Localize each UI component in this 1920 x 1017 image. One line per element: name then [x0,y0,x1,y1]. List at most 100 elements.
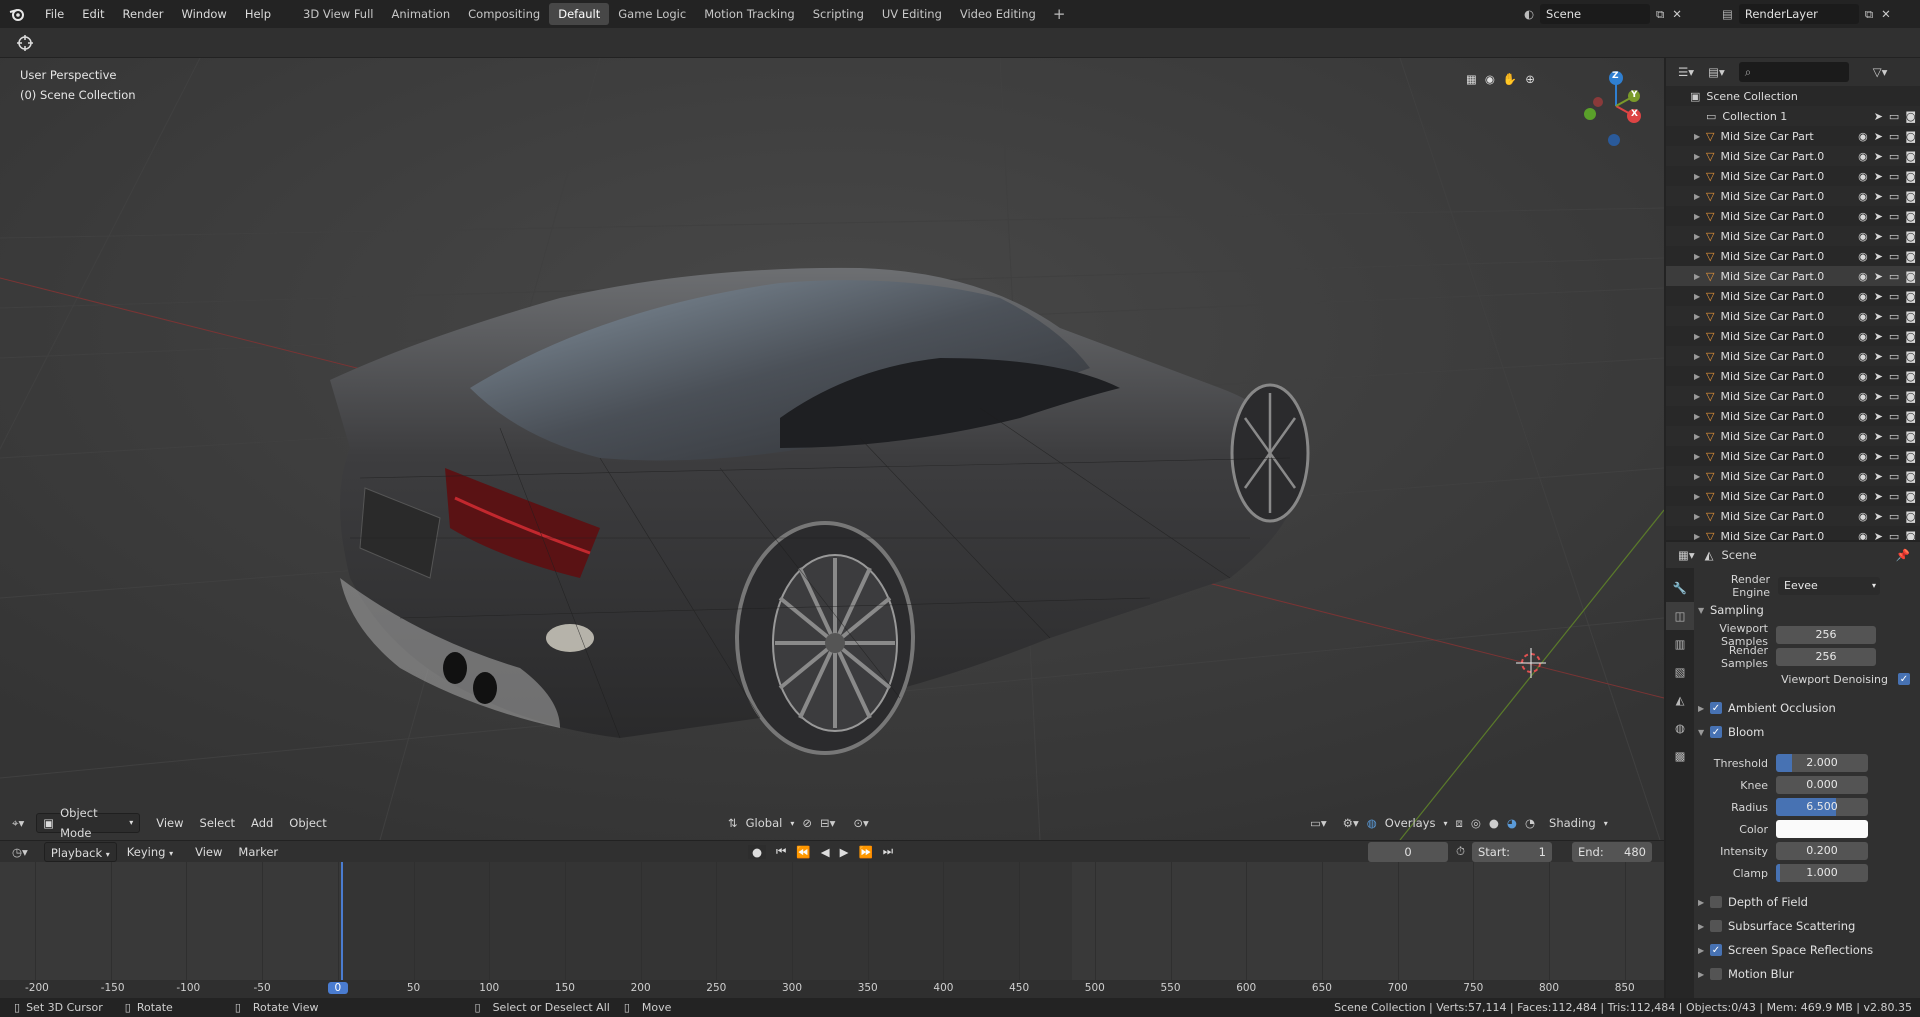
render-toggle-icon[interactable]: ◙ [1905,230,1916,243]
material-shading-icon[interactable]: ◕ [1507,816,1517,830]
expand-arrow-icon[interactable]: ▶ [1694,532,1706,541]
render-toggle-icon[interactable]: ◙ [1905,390,1916,403]
timeline-editor-icon[interactable]: ◷▾ [12,845,28,859]
render-toggle-icon[interactable]: ◙ [1905,410,1916,423]
render-toggle-icon[interactable]: ◙ [1905,270,1916,283]
motion-blur-panel[interactable]: ▶ Motion Blur [1694,964,1920,984]
stopwatch-icon[interactable]: ⏱ [1456,844,1465,859]
render-layer-icon[interactable]: ▤ [1722,7,1733,21]
overlays-icon[interactable]: ◍ [1367,816,1377,830]
select-toggle-icon[interactable]: ➤ [1874,370,1883,383]
clamp-field[interactable]: 1.000 [1776,864,1868,882]
tab-uv-editing[interactable]: UV Editing [873,3,951,25]
xray-icon[interactable]: ⧈ [1456,816,1463,831]
outliner-item[interactable]: ▶ ▽ Mid Size Car Part.01 ◉ ➤ ▭ ◙ [1666,226,1920,246]
scene-name-field[interactable]: Scene [1540,4,1651,24]
scene-icon[interactable]: ◐ [1524,7,1534,21]
viewport-toggle-icon[interactable]: ▭ [1889,310,1899,323]
expand-arrow-icon[interactable]: ▶ [1694,132,1706,141]
play-icon[interactable]: ▶ [840,845,849,859]
visibility-eye-icon[interactable]: ◉ [1858,370,1868,383]
wireframe-shading-icon[interactable]: ◎ [1471,816,1481,830]
proportional-edit-icon[interactable]: ⊙▾ [853,816,868,830]
select-toggle-icon[interactable]: ➤ [1874,530,1883,541]
overlays-dropdown[interactable]: Overlays [1385,816,1436,830]
expand-arrow-icon[interactable]: ▶ [1694,512,1706,521]
visibility-eye-icon[interactable]: ◉ [1858,130,1868,143]
object-mode-dropdown[interactable]: ▣ Object Mode ▾ [36,806,141,840]
playback-dropdown[interactable]: Playback ▾ [43,841,117,862]
outliner-item[interactable]: ▶ ▽ Mid Size Car Part.04 ◉ ➤ ▭ ◙ [1666,526,1920,541]
select-toggle-icon[interactable]: ➤ [1874,330,1883,343]
navigation-gizmo[interactable]: Z X Y [1576,66,1656,146]
outliner-collection-1[interactable]: ▭ Collection 1 ➤ ▭ ◙ [1666,106,1920,126]
render-toggle-icon[interactable]: ◙ [1905,150,1916,163]
select-toggle-icon[interactable]: ➤ [1874,290,1883,303]
visibility-eye-icon[interactable]: ◉ [1858,530,1868,541]
menu-edit[interactable]: Edit [73,0,113,28]
camera-view-icon[interactable]: ◉ [1485,72,1495,86]
bloom-panel[interactable]: ▼ ✓ Bloom [1694,722,1920,742]
render-layer-field[interactable]: RenderLayer [1738,4,1859,24]
tab-game-logic[interactable]: Game Logic [609,3,695,25]
select-toggle-icon[interactable]: ➤ [1874,210,1883,223]
outliner-item[interactable]: ▶ ▽ Mid Size Car Part.03 ◉ ➤ ▭ ◙ [1666,406,1920,426]
outliner-item[interactable]: ▶ ▽ Mid Size Car Part ◉ ➤ ▭ ◙ [1666,126,1920,146]
ssr-checkbox[interactable]: ✓ [1710,944,1722,956]
visibility-eye-icon[interactable]: ◉ [1858,150,1868,163]
snap-target-icon[interactable]: ⊟▾ [820,816,835,830]
visibility-eye-icon[interactable]: ◉ [1858,270,1868,283]
tool-tab-icon[interactable]: 🔧 [1666,574,1694,602]
select-toggle-icon[interactable]: ➤ [1874,250,1883,263]
tab-scripting[interactable]: Scripting [804,3,873,25]
viewport-toggle-icon[interactable]: ▭ [1889,290,1899,303]
render-samples-field[interactable]: 256 [1776,648,1876,666]
timeline-area[interactable]: -200 -150 -100 -50 0 50 100 150 200 250 300 350 400 4… [0,862,1664,998]
outliner-item[interactable]: ▶ ▽ Mid Size Car Part.00 ◉ ➤ ▭ ◙ [1666,146,1920,166]
view-object-types-icon[interactable]: ▭▾ [1310,816,1327,830]
visibility-eye-icon[interactable]: ◉ [1858,230,1868,243]
play-reverse-icon[interactable]: ◀ [821,845,830,859]
tab-compositing[interactable]: Compositing [459,3,549,25]
expand-arrow-icon[interactable]: ▶ [1694,472,1706,481]
menu-view[interactable]: View [150,813,189,833]
render-engine-dropdown[interactable]: Eevee ▾ [1778,577,1880,595]
remove-scene-icon[interactable]: ✕ [1672,7,1682,21]
menu-file[interactable]: File [36,0,73,28]
viewport-toggle-icon[interactable]: ▭ [1889,430,1899,443]
sampling-panel-header[interactable]: ▼ Sampling [1694,600,1920,620]
3d-viewport[interactable]: User Perspective (0) Scene Collection Z … [0,58,1664,840]
menu-render[interactable]: Render [114,0,173,28]
remove-layer-icon[interactable]: ✕ [1881,7,1891,21]
viewport-toggle-icon[interactable]: ▭ [1889,190,1899,203]
viewport-toggle-icon[interactable]: ▭ [1889,450,1899,463]
visibility-eye-icon[interactable]: ◉ [1858,290,1868,303]
viewport-samples-field[interactable]: 256 [1776,626,1876,644]
shading-dropdown[interactable]: Shading [1549,816,1596,830]
radius-field[interactable]: 6.500 [1776,798,1868,816]
viewport-toggle-icon[interactable]: ▭ [1889,330,1899,343]
menu-help[interactable]: Help [236,0,280,28]
select-toggle-icon[interactable]: ➤ [1874,110,1883,123]
record-icon[interactable]: ● [748,844,767,859]
render-toggle-icon[interactable]: ◙ [1905,210,1916,223]
sss-checkbox[interactable] [1710,920,1722,932]
outliner-item[interactable]: ▶ ▽ Mid Size Car Part.02 ◉ ➤ ▭ ◙ [1666,306,1920,326]
menu-marker[interactable]: Marker [232,842,284,862]
render-toggle-icon[interactable]: ◙ [1905,110,1916,123]
visibility-eye-icon[interactable]: ◉ [1858,490,1868,503]
jump-end-icon[interactable]: ⏭ [883,844,893,859]
bloom-color-swatch[interactable] [1776,820,1868,838]
render-toggle-icon[interactable]: ◙ [1905,510,1916,523]
menu-timeline-view[interactable]: View [189,842,228,862]
select-toggle-icon[interactable]: ➤ [1874,270,1883,283]
expand-arrow-icon[interactable]: ▶ [1694,392,1706,401]
outliner-item[interactable]: ▶ ▽ Mid Size Car Part.02 ◉ ➤ ▭ ◙ [1666,346,1920,366]
expand-arrow-icon[interactable]: ▶ [1694,272,1706,281]
outliner-item[interactable]: ▶ ▽ Mid Size Car Part.03 ◉ ➤ ▭ ◙ [1666,466,1920,486]
expand-arrow-icon[interactable]: ▶ [1694,232,1706,241]
viewport-toggle-icon[interactable]: ▭ [1889,350,1899,363]
expand-arrow-icon[interactable]: ▶ [1694,452,1706,461]
visibility-eye-icon[interactable]: ◉ [1858,470,1868,483]
render-toggle-icon[interactable]: ◙ [1905,190,1916,203]
